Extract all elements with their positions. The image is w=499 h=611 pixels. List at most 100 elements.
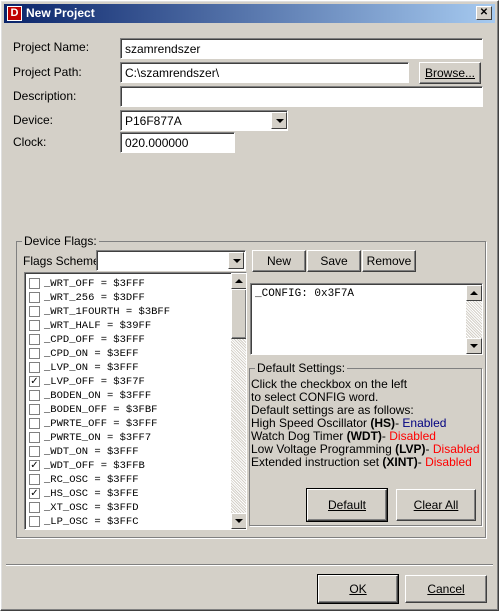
flag-item[interactable]: _WDT_ON = $3FFF (27, 445, 227, 459)
config-word-text: _CONFIG: 0x3F7A (255, 288, 355, 300)
config-scroll-down-arrow-icon[interactable] (466, 338, 482, 354)
flag-item[interactable]: _CPD_OFF = $3FFF (27, 333, 227, 347)
project-name-label: Project Name: (13, 40, 90, 54)
flag-label: _WDT_ON = $3FFF (44, 446, 139, 458)
flag-item[interactable]: _PWRTE_OFF = $3FFF (27, 417, 227, 431)
cancel-button-label: Cancel (427, 582, 465, 596)
flag-checkbox[interactable] (29, 502, 40, 513)
clock-input[interactable]: 020.000000 (120, 132, 235, 153)
flag-checkbox[interactable] (29, 320, 40, 331)
info-line-2: to select CONFIG word. (251, 390, 379, 404)
flag-checkbox[interactable] (29, 278, 40, 289)
flags-scheme-select[interactable] (96, 250, 246, 271)
xint-sep: - (417, 455, 426, 469)
new-project-dialog: D New Project ✕ Project Name: szamrendsz… (0, 0, 499, 611)
lvp-label: Low Voltage Programming (251, 442, 396, 456)
cancel-button[interactable]: Cancel (405, 575, 487, 603)
flags-scroll-thumb[interactable] (231, 289, 246, 339)
project-name-input[interactable]: szamrendszer (120, 38, 483, 59)
flag-label: _HS_OSC = $3FFE (44, 488, 139, 500)
flag-item[interactable]: _LP_OSC = $3FFC (27, 515, 227, 529)
flag-item[interactable]: _XT_OSC = $3FFD (27, 501, 227, 515)
device-dropdown-arrow-icon[interactable] (271, 112, 287, 129)
flag-checkbox[interactable] (29, 306, 40, 317)
config-word-output[interactable]: _CONFIG: 0x3F7A (250, 283, 483, 355)
flag-checkbox[interactable]: ✓ (29, 488, 40, 499)
device-select-value: P16F877A (125, 114, 182, 128)
flag-item[interactable]: _WRT_1FOURTH = $3BFF (27, 305, 227, 319)
flag-checkbox[interactable] (29, 362, 40, 373)
save-scheme-button[interactable]: Save (307, 250, 361, 272)
clear-all-button[interactable]: Clear All (396, 489, 476, 521)
flag-item[interactable]: _WRT_OFF = $3FFF (27, 277, 227, 291)
flag-checkbox[interactable] (29, 334, 40, 345)
wdt-status: Disabled (389, 429, 436, 443)
app-logo-icon: D (7, 6, 22, 21)
config-scroll-up-arrow-icon[interactable] (466, 285, 482, 301)
ok-button[interactable]: OK (317, 574, 399, 604)
project-path-label: Project Path: (13, 65, 82, 79)
default-button[interactable]: Default (306, 488, 388, 522)
flag-label: _PWRTE_ON = $3FF7 (44, 432, 152, 444)
clock-label: Clock: (13, 135, 47, 149)
flags-scheme-dropdown-arrow-icon[interactable] (228, 252, 244, 269)
flag-item[interactable]: _RC_OSC = $3FFF (27, 473, 227, 487)
scroll-up-arrow-icon[interactable] (231, 273, 246, 289)
flag-item[interactable]: _WRT_256 = $3DFF (27, 291, 227, 305)
flag-item[interactable]: ✓ _WDT_OFF = $3FFB (27, 459, 227, 473)
flag-label: _CPD_ON = $3EFF (44, 348, 139, 360)
browse-button-label: Browse... (424, 66, 475, 80)
close-icon[interactable]: ✕ (476, 6, 492, 20)
flags-scrollbar[interactable] (231, 273, 246, 529)
new-scheme-button[interactable]: New (252, 250, 306, 272)
flag-checkbox[interactable] (29, 474, 40, 485)
flag-label: _WRT_OFF = $3FFF (44, 278, 145, 290)
hs-default-line: High Speed Oscillator (HS)- Enabled (251, 416, 446, 430)
flag-item[interactable]: _BODEN_OFF = $3FBF (27, 403, 227, 417)
hs-label: High Speed Oscillator (251, 416, 371, 430)
flag-checkbox[interactable] (29, 404, 40, 415)
lvp-abbr: (LVP) (395, 442, 426, 456)
flag-item[interactable]: ✓ _HS_OSC = $3FFE (27, 487, 227, 501)
flag-item[interactable]: _WRT_HALF = $39FF (27, 319, 227, 333)
flag-item[interactable]: _BODEN_ON = $3FFF (27, 389, 227, 403)
flag-checkbox[interactable]: ✓ (29, 460, 40, 471)
title-bar[interactable]: D New Project ✕ (4, 4, 495, 23)
flag-label: _LP_OSC = $3FFC (44, 516, 139, 528)
flag-checkbox[interactable] (29, 446, 40, 457)
flag-checkbox[interactable] (29, 516, 40, 527)
flag-label: _RC_OSC = $3FFF (44, 474, 139, 486)
flag-checkbox[interactable] (29, 348, 40, 359)
browse-button[interactable]: Browse... (419, 62, 481, 84)
project-path-input[interactable]: C:\szamrendszer\ (120, 62, 409, 83)
flag-label: _XT_OSC = $3FFD (44, 502, 139, 514)
scroll-down-arrow-icon[interactable] (231, 513, 246, 529)
window-title: New Project (26, 6, 95, 20)
flag-label: _WDT_OFF = $3FFB (44, 460, 145, 472)
config-scrollbar[interactable] (466, 285, 482, 354)
flag-item[interactable]: ✓ _LVP_OFF = $3F7F (27, 375, 227, 389)
lvp-sep: - (425, 442, 433, 456)
flag-label: _WRT_256 = $3DFF (44, 292, 145, 304)
hs-status: Enabled (402, 416, 447, 430)
device-select[interactable]: P16F877A (120, 110, 288, 131)
flag-checkbox[interactable]: ✓ (29, 376, 40, 387)
flag-checkbox[interactable] (29, 432, 40, 443)
flag-checkbox[interactable] (29, 390, 40, 401)
wdt-default-line: Watch Dog Timer (WDT)- Disabled (251, 429, 436, 443)
flag-item[interactable]: _LVP_ON = $3FFF (27, 361, 227, 375)
description-input[interactable] (120, 86, 483, 107)
lvp-default-line: Low Voltage Programming (LVP)- Disabled (251, 442, 480, 456)
flag-label: _WRT_HALF = $39FF (44, 320, 152, 332)
flag-checkbox[interactable] (29, 292, 40, 303)
remove-scheme-button[interactable]: Remove (362, 250, 416, 272)
ok-button-label: OK (349, 582, 367, 596)
xint-label: Extended instruction set (251, 455, 383, 469)
footer-separator (6, 564, 493, 566)
flag-item[interactable]: _CPD_ON = $3EFF (27, 347, 227, 361)
flag-item[interactable]: _PWRTE_ON = $3FF7 (27, 431, 227, 445)
description-label: Description: (13, 89, 77, 103)
xint-status: Disabled (425, 455, 472, 469)
hs-abbr: (HS) (370, 416, 396, 430)
flag-checkbox[interactable] (29, 418, 40, 429)
